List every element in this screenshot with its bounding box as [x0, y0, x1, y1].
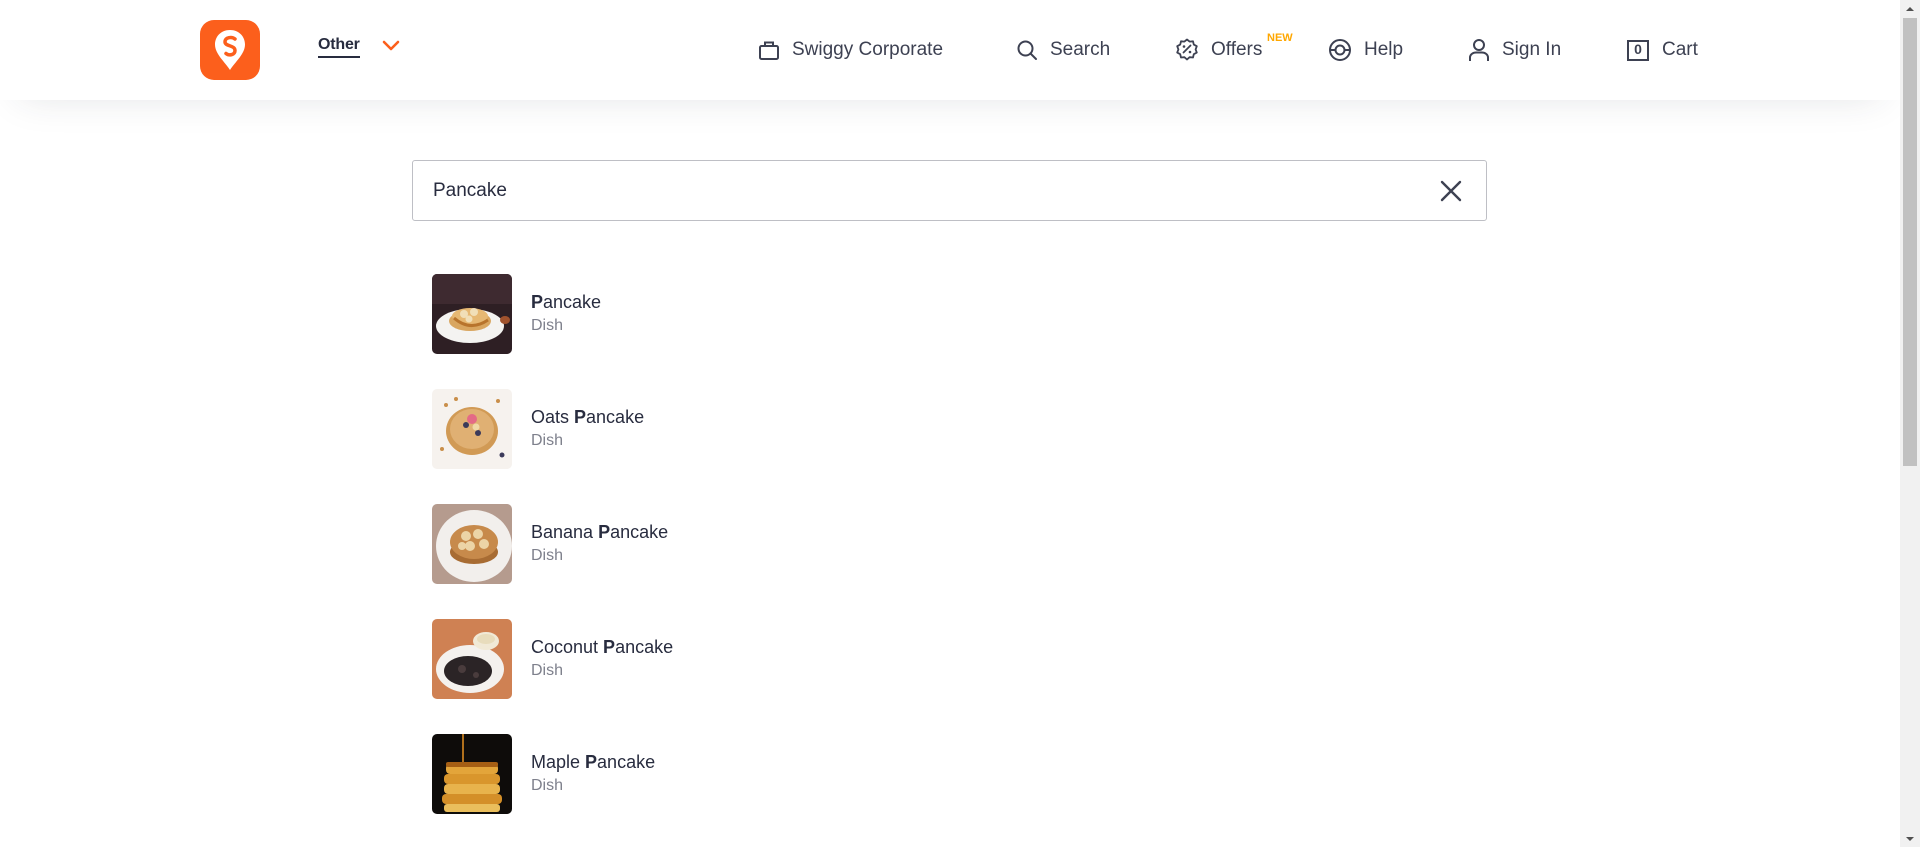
nav-cart[interactable]: 0 Cart — [1626, 36, 1698, 64]
page-scrollbar[interactable] — [1900, 0, 1920, 847]
swiggy-logo-icon — [215, 30, 245, 70]
search-icon — [1017, 40, 1037, 60]
new-badge: NEW — [1267, 32, 1293, 44]
result-type: Dish — [531, 547, 564, 564]
location-label: Other — [318, 36, 360, 58]
close-icon — [1440, 180, 1462, 202]
result-item[interactable]: Coconut Pancake Dish — [432, 619, 1472, 699]
nav-cart-label: Cart — [1662, 39, 1698, 60]
help-icon — [1329, 39, 1351, 61]
nav-swiggy-corporate[interactable]: Swiggy Corporate — [758, 36, 943, 64]
result-item[interactable]: Oats Pancake Dish — [432, 389, 1472, 469]
chevron-down-icon — [382, 40, 400, 52]
result-name: Pancake — [531, 292, 602, 312]
scroll-up-arrow-icon[interactable] — [1900, 0, 1920, 17]
result-type: Dish — [531, 662, 564, 679]
dish-image — [432, 504, 512, 584]
nav-sign-in[interactable]: Sign In — [1468, 36, 1561, 64]
scrollbar-thumb[interactable] — [1903, 18, 1917, 466]
dish-image — [432, 734, 512, 814]
briefcase-icon — [759, 41, 779, 60]
dish-image — [432, 619, 512, 699]
result-name: Maple Pancake — [531, 752, 656, 772]
site-header: Other Swiggy Corporate Search Offers NEW… — [0, 0, 1900, 100]
result-name: Banana Pancake — [531, 522, 669, 542]
nav-search[interactable]: Search — [1016, 36, 1110, 64]
dish-image — [432, 274, 512, 354]
result-type: Dish — [531, 432, 564, 449]
result-type: Dish — [531, 317, 564, 334]
result-name: Oats Pancake — [531, 407, 645, 427]
nav-offers[interactable]: Offers NEW — [1175, 32, 1293, 64]
nav-offers-label: Offers — [1211, 39, 1263, 60]
result-item[interactable]: Maple Pancake Dish — [432, 734, 1472, 814]
dish-image — [432, 389, 512, 469]
result-type: Dish — [531, 777, 564, 794]
offers-icon — [1176, 38, 1198, 61]
user-icon — [1469, 39, 1489, 61]
swiggy-logo[interactable] — [200, 20, 260, 80]
result-item[interactable]: Banana Pancake Dish — [432, 504, 1472, 584]
nav-swiggy-corporate-label: Swiggy Corporate — [792, 39, 944, 60]
location-selector[interactable]: Other — [318, 36, 400, 58]
nav-sign-in-label: Sign In — [1502, 39, 1562, 60]
cart-count: 0 — [1634, 41, 1642, 57]
scroll-down-arrow-icon[interactable] — [1900, 830, 1920, 847]
search-input[interactable] — [433, 170, 1333, 211]
clear-search-button[interactable] — [1438, 178, 1464, 204]
result-name: Coconut Pancake — [531, 637, 674, 657]
search-box — [412, 160, 1487, 221]
nav-help-label: Help — [1364, 39, 1404, 60]
nav-search-label: Search — [1050, 39, 1111, 60]
result-item[interactable]: Pancake Dish — [432, 274, 1472, 354]
nav-help[interactable]: Help — [1328, 36, 1403, 64]
cart-icon: 0 — [1626, 38, 1650, 62]
search-results: Pancake Dish Oats Pancake Dish Banana Pa… — [432, 274, 1472, 847]
